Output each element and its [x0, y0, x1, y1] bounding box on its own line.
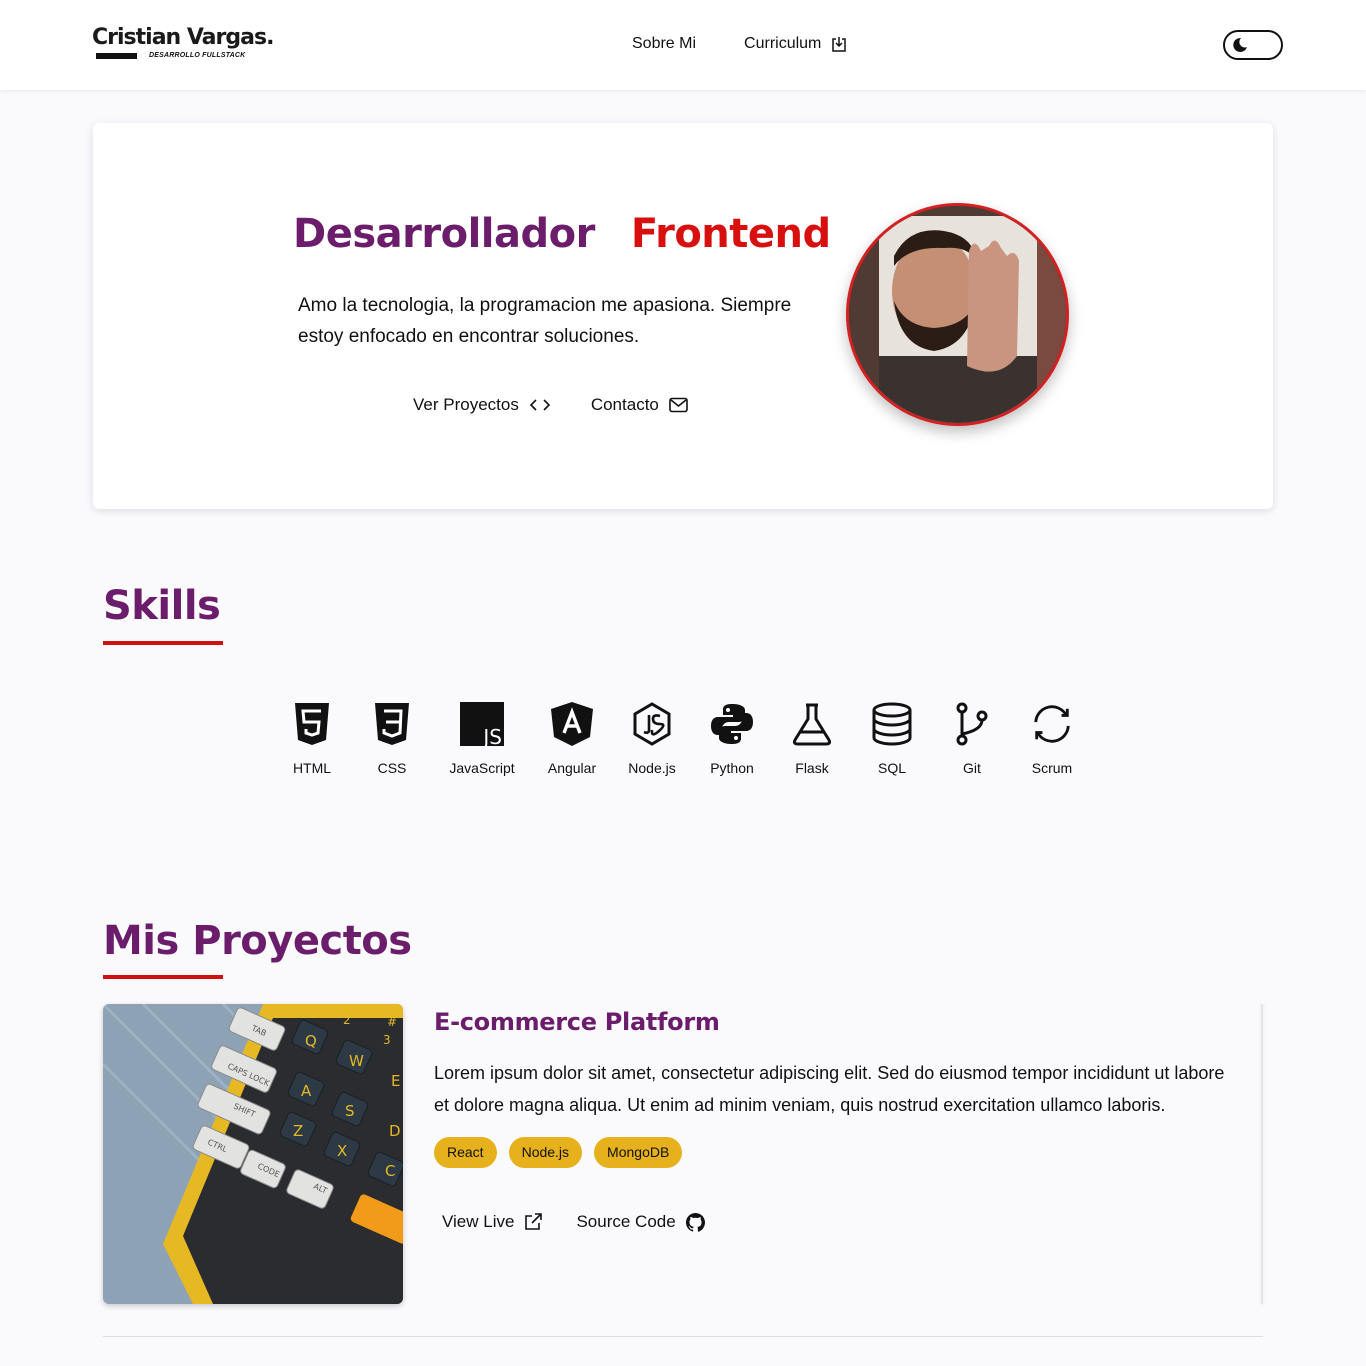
- refresh-icon: [1034, 705, 1070, 743]
- skill-label: HTML: [292, 760, 332, 776]
- profile-photo: [849, 206, 1066, 423]
- view-live-link[interactable]: View Live: [442, 1211, 543, 1233]
- skill-item-git: Git: [932, 700, 1012, 776]
- link-label: View Live: [442, 1212, 515, 1231]
- hero-title: Desarrollador Frontend: [293, 211, 831, 257]
- hero-title-part1: Desarrollador: [293, 211, 595, 257]
- hero-description: Amo la tecnologia, la programacion me ap…: [298, 295, 792, 347]
- nav-item-curriculum[interactable]: Curriculum: [744, 34, 847, 54]
- key-label: @: [347, 1004, 359, 1017]
- tag-nodejs: Node.js: [508, 1137, 583, 1168]
- key-label: E: [391, 1072, 400, 1090]
- angular-icon: [551, 702, 593, 746]
- logo-name: Cristian Vargas.: [92, 25, 274, 50]
- project-image: TAB CAPS LOCK SHIFT CTRL CODE ALT Q W E …: [103, 1004, 403, 1304]
- ver-proyectos-button[interactable]: Ver Proyectos: [413, 394, 551, 416]
- section-divider: [103, 1336, 1263, 1337]
- project-card-edge: [1261, 1004, 1263, 1304]
- key-label: S: [345, 1102, 355, 1120]
- hero-actions: Ver Proyectos Contacto: [413, 394, 688, 416]
- skills-title-underline: [103, 641, 223, 645]
- theme-toggle[interactable]: [1223, 30, 1283, 60]
- tag-mongodb: MongoDB: [594, 1137, 683, 1168]
- flask-icon: [792, 703, 832, 746]
- skill-label: Angular: [547, 760, 597, 776]
- skill-item-html: HTML: [272, 700, 352, 776]
- html5-icon: [295, 703, 329, 745]
- logo-subtitle: DESARROLLO FULLSTACK: [149, 52, 246, 59]
- project-tags: React Node.js MongoDB: [434, 1137, 683, 1168]
- skill-item-javascript: JS JavaScript: [432, 700, 532, 776]
- svg-text:JS: JS: [481, 725, 502, 746]
- projects-title: Mis Proyectos: [103, 918, 412, 964]
- logo[interactable]: Cristian Vargas. DESARROLLO FULLSTACK: [92, 24, 282, 64]
- key-label: D: [389, 1122, 401, 1140]
- css3-icon: [375, 703, 409, 745]
- button-label: Contacto: [590, 395, 659, 414]
- skill-label: Node.js: [628, 760, 676, 776]
- skill-item-python: Python: [692, 700, 772, 776]
- key-label: W: [349, 1052, 364, 1070]
- skills-list: HTML CSS JS JavaScript Angular Node.js P…: [272, 700, 1092, 776]
- skill-item-css: CSS: [352, 700, 432, 776]
- logo-bar: [96, 53, 137, 59]
- skill-item-scrum: Scrum: [1012, 700, 1092, 776]
- javascript-icon: JS: [460, 702, 504, 746]
- download-icon: [832, 36, 847, 52]
- button-label: Ver Proyectos: [413, 395, 519, 414]
- skill-item-flask: Flask: [772, 700, 852, 776]
- skill-label: SQL: [877, 760, 906, 776]
- github-icon: [685, 1212, 705, 1232]
- key-label: 3: [383, 1033, 391, 1047]
- key-label: Z: [293, 1122, 303, 1140]
- skill-label: Python: [710, 760, 754, 776]
- skill-item-nodejs: Node.js: [612, 700, 692, 776]
- skill-label: CSS: [377, 760, 407, 776]
- key-label: X: [337, 1142, 347, 1160]
- external-link-icon: [525, 1213, 543, 1230]
- git-branch-icon: [956, 702, 988, 746]
- moon-icon: [1233, 37, 1247, 52]
- nodejs-icon: [633, 702, 671, 746]
- python-icon: [711, 704, 753, 744]
- key-label: Q: [305, 1032, 317, 1050]
- link-label: Source Code: [576, 1212, 676, 1231]
- projects-title-underline: [103, 975, 223, 979]
- hero-title-part2: Frontend: [630, 211, 831, 257]
- skill-label: Flask: [795, 760, 829, 776]
- project-title: E-commerce Platform: [434, 1008, 720, 1036]
- hero-card: Desarrollador Frontend Amo la tecnologia,…: [93, 123, 1273, 509]
- nav-item-label: Sobre Mi: [632, 35, 697, 52]
- source-code-link[interactable]: Source Code: [576, 1211, 705, 1233]
- skill-item-angular: Angular: [532, 700, 612, 776]
- project-links: View Live Source Code: [442, 1211, 705, 1233]
- database-icon: [872, 702, 912, 746]
- mail-icon: [669, 397, 688, 413]
- skill-item-sql: SQL: [852, 700, 932, 776]
- skill-label: JavaScript: [449, 760, 515, 776]
- code-icon: [529, 399, 550, 411]
- contacto-button[interactable]: Contacto: [591, 394, 688, 416]
- nav-item-sobre-mi[interactable]: Sobre Mi: [632, 34, 696, 54]
- key-label: #: [387, 1015, 397, 1029]
- tag-react: React: [434, 1137, 497, 1168]
- main-nav: Sobre Mi Curriculum: [632, 34, 847, 54]
- key-label: A: [301, 1082, 312, 1100]
- skill-label: Git: [963, 760, 981, 776]
- key-label: C: [385, 1162, 395, 1180]
- skills-title: Skills: [103, 583, 221, 629]
- avatar: [846, 203, 1069, 426]
- nav-item-label: Curriculum: [744, 35, 822, 52]
- site-header: Cristian Vargas. DESARROLLO FULLSTACK So…: [0, 0, 1366, 90]
- project-description: Lorem ipsum dolor sit amet, consectetur …: [434, 1063, 1225, 1115]
- skill-label: Scrum: [1031, 760, 1073, 776]
- keyboard-photo: TAB CAPS LOCK SHIFT CTRL CODE ALT Q W E …: [103, 1004, 403, 1304]
